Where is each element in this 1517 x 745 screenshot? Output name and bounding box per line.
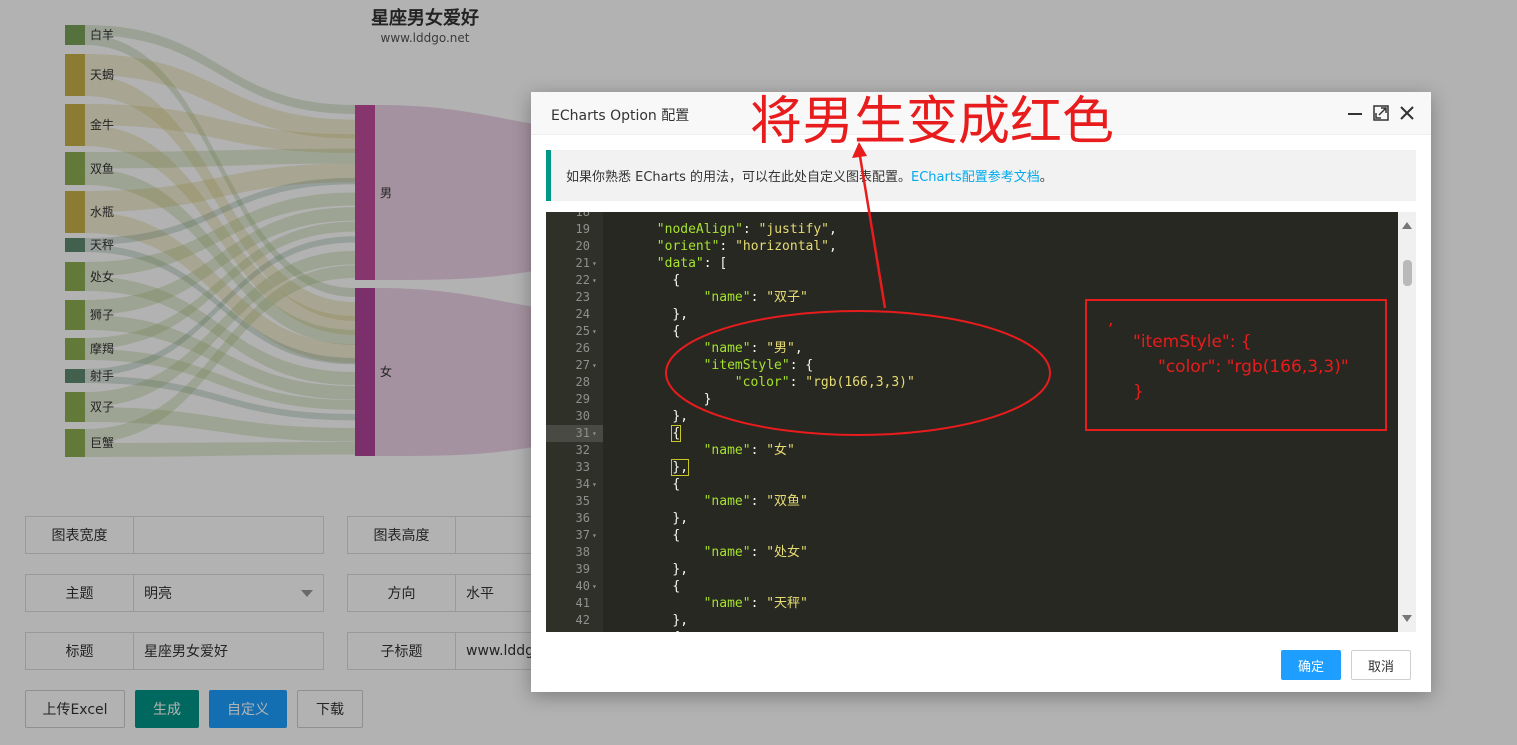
annotation-ellipse — [665, 310, 1051, 436]
annotation-line-3: } — [1133, 382, 1144, 402]
annotation-line-2: "color": "rgb(166,3,3)" — [1158, 357, 1349, 377]
annotation-comma: , — [1108, 310, 1114, 330]
annotation-title: 将男生变成红色 — [750, 92, 1115, 152]
annotation-arrow — [857, 149, 887, 309]
annotation-line-1: "itemStyle": { — [1133, 332, 1252, 352]
